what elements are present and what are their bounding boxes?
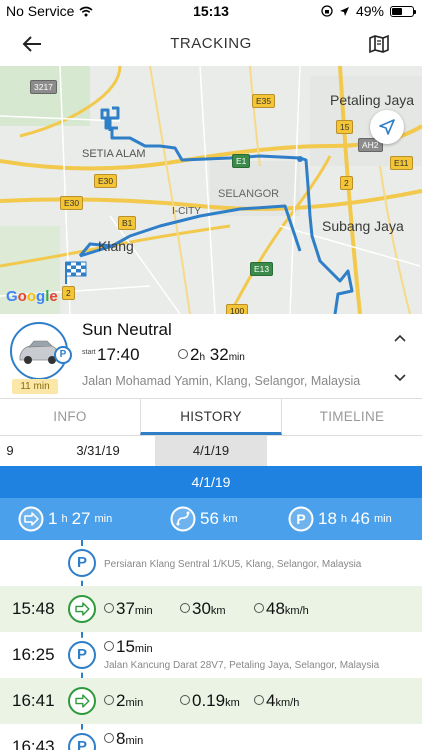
parking-icon: P	[68, 733, 96, 750]
park-duration: 8min	[104, 729, 143, 749]
chevron-up-icon[interactable]	[394, 334, 406, 342]
parking-icon: P	[288, 506, 314, 532]
vehicle-name: Sun Neutral	[82, 320, 172, 339]
speedometer-icon	[254, 694, 264, 705]
parking-icon: P	[68, 641, 96, 669]
trip-distance: 0.19km	[180, 691, 240, 711]
tab-bar: INFO HISTORY TIMELINE	[0, 398, 422, 436]
vehicle-card[interactable]: P 11 min Sun Neutral start 17:40 2h 32mi…	[0, 314, 422, 396]
route-shield: 15	[336, 120, 354, 134]
tab-timeline[interactable]: TIMELINE	[282, 399, 422, 435]
park-duration: 15min	[104, 637, 153, 657]
drive-icon	[68, 687, 96, 715]
park-start-time: 16:25	[12, 645, 55, 664]
route-shield: 2	[62, 286, 75, 300]
route-shield: E13	[250, 262, 274, 276]
clock-icon	[104, 640, 114, 651]
trip-speed: 4km/h	[254, 691, 299, 711]
parking-icon: P	[54, 346, 72, 364]
trip-speed: 48km/h	[254, 599, 309, 619]
route-shield: B1	[118, 216, 137, 230]
trip-duration: 37min	[104, 599, 153, 619]
navigation-arrow-icon	[379, 119, 395, 135]
rotation-lock-icon	[321, 5, 333, 17]
timeline-row-park[interactable]: 16:25 P 15min Jalan Kancung Darat 28V7, …	[0, 632, 422, 678]
route-shield: 3217	[30, 80, 57, 94]
map-label-subang-jaya: Subang Jaya	[322, 218, 404, 234]
speedometer-icon	[254, 602, 264, 613]
history-timeline[interactable]: P Persiaran Klang Sentral 1/KU5, Klang, …	[0, 540, 422, 750]
trip-start-time: 15:48	[12, 599, 55, 618]
distance-icon	[170, 506, 196, 532]
chevron-down-icon[interactable]	[394, 374, 406, 382]
map-label-setia-alam: SETIA ALAM	[82, 148, 146, 160]
route-shield: E30	[94, 174, 118, 188]
tab-history[interactable]: HISTORY	[140, 399, 282, 435]
timeline-row-park[interactable]: P Persiaran Klang Sentral 1/KU5, Klang, …	[0, 540, 422, 586]
clock-icon	[104, 694, 114, 705]
park-time-summary: P 18 h 46 min	[288, 506, 392, 532]
date-item-selected[interactable]: 4/1/19	[155, 436, 267, 466]
date-item[interactable]: 9	[0, 436, 20, 466]
start-time: 17:40	[97, 345, 140, 364]
route-shield: E35	[252, 94, 276, 108]
route-shield: E11	[390, 156, 413, 170]
google-logo: Google	[6, 288, 58, 305]
distance-summary: 56 km	[170, 506, 238, 532]
trip-start-time: 16:41	[12, 691, 55, 710]
timeline-row-park[interactable]: 16:43 P 8min	[0, 724, 422, 750]
date-selector[interactable]: 9 3/31/19 4/1/19	[0, 436, 422, 466]
start-label: start	[82, 349, 96, 356]
recenter-button[interactable]	[370, 110, 404, 144]
clock-icon	[178, 348, 188, 359]
page-title: TRACKING	[170, 35, 252, 52]
clock-icon	[104, 732, 114, 743]
battery-percent: 49%	[355, 3, 384, 19]
park-start-time: 16:43	[12, 737, 55, 750]
svg-text:P: P	[296, 511, 305, 527]
timeline-row-trip[interactable]: 16:41 2min 0.19km 4km/h	[0, 678, 422, 724]
route-shield: E30	[60, 196, 84, 210]
map-label-icity: I-CITY	[172, 206, 201, 217]
date-item[interactable]: 3/31/19	[50, 436, 146, 466]
park-address: Persiaran Klang Sentral 1/KU5, Klang, Se…	[104, 559, 362, 570]
drive-icon	[18, 506, 44, 532]
distance-icon	[180, 694, 190, 705]
nav-header: TRACKING	[0, 22, 422, 66]
battery-icon	[390, 5, 416, 17]
drive-time-summary: 1h 27 min	[18, 506, 112, 532]
tab-info[interactable]: INFO	[0, 399, 140, 435]
trip-distance: 30km	[180, 599, 226, 619]
map-icon[interactable]	[368, 34, 390, 54]
map-label-selangor: SELANGOR	[218, 188, 280, 200]
location-arrow-icon	[339, 6, 349, 16]
route-shield: 2	[340, 176, 353, 190]
vehicle-address: Jalan Mohamad Yamin, Klang, Selangor, Ma…	[82, 374, 361, 388]
day-summary: 1h 27 min 56 km P 18 h 46 min	[0, 498, 422, 540]
drive-icon	[68, 595, 96, 623]
distance-icon	[180, 602, 190, 613]
timeline-row-trip[interactable]: 15:48 37min 30km 48km/h	[0, 586, 422, 632]
map-label-klang: Klang	[98, 238, 134, 254]
map-label-petaling-jaya: Petaling Jaya	[330, 92, 415, 108]
status-bar: No Service 15:13 49%	[0, 0, 422, 22]
trip-duration: 2min	[104, 691, 143, 711]
day-title: 4/1/19	[0, 466, 422, 498]
app-screen: No Service 15:13 49% TRACKING Petaling J…	[0, 0, 422, 750]
parking-icon: P	[68, 549, 96, 577]
map-view[interactable]: Petaling Jaya SETIA ALAM SELANGOR I-CITY…	[0, 66, 422, 314]
route-shield: E1	[232, 154, 251, 168]
status-badge: 11 min	[12, 379, 58, 394]
clock-icon	[104, 602, 114, 613]
route-shield: 100	[226, 304, 249, 314]
park-address: Jalan Kancung Darat 28V7, Petaling Jaya,…	[104, 660, 380, 671]
parked-duration: 2h 32min	[178, 345, 245, 365]
